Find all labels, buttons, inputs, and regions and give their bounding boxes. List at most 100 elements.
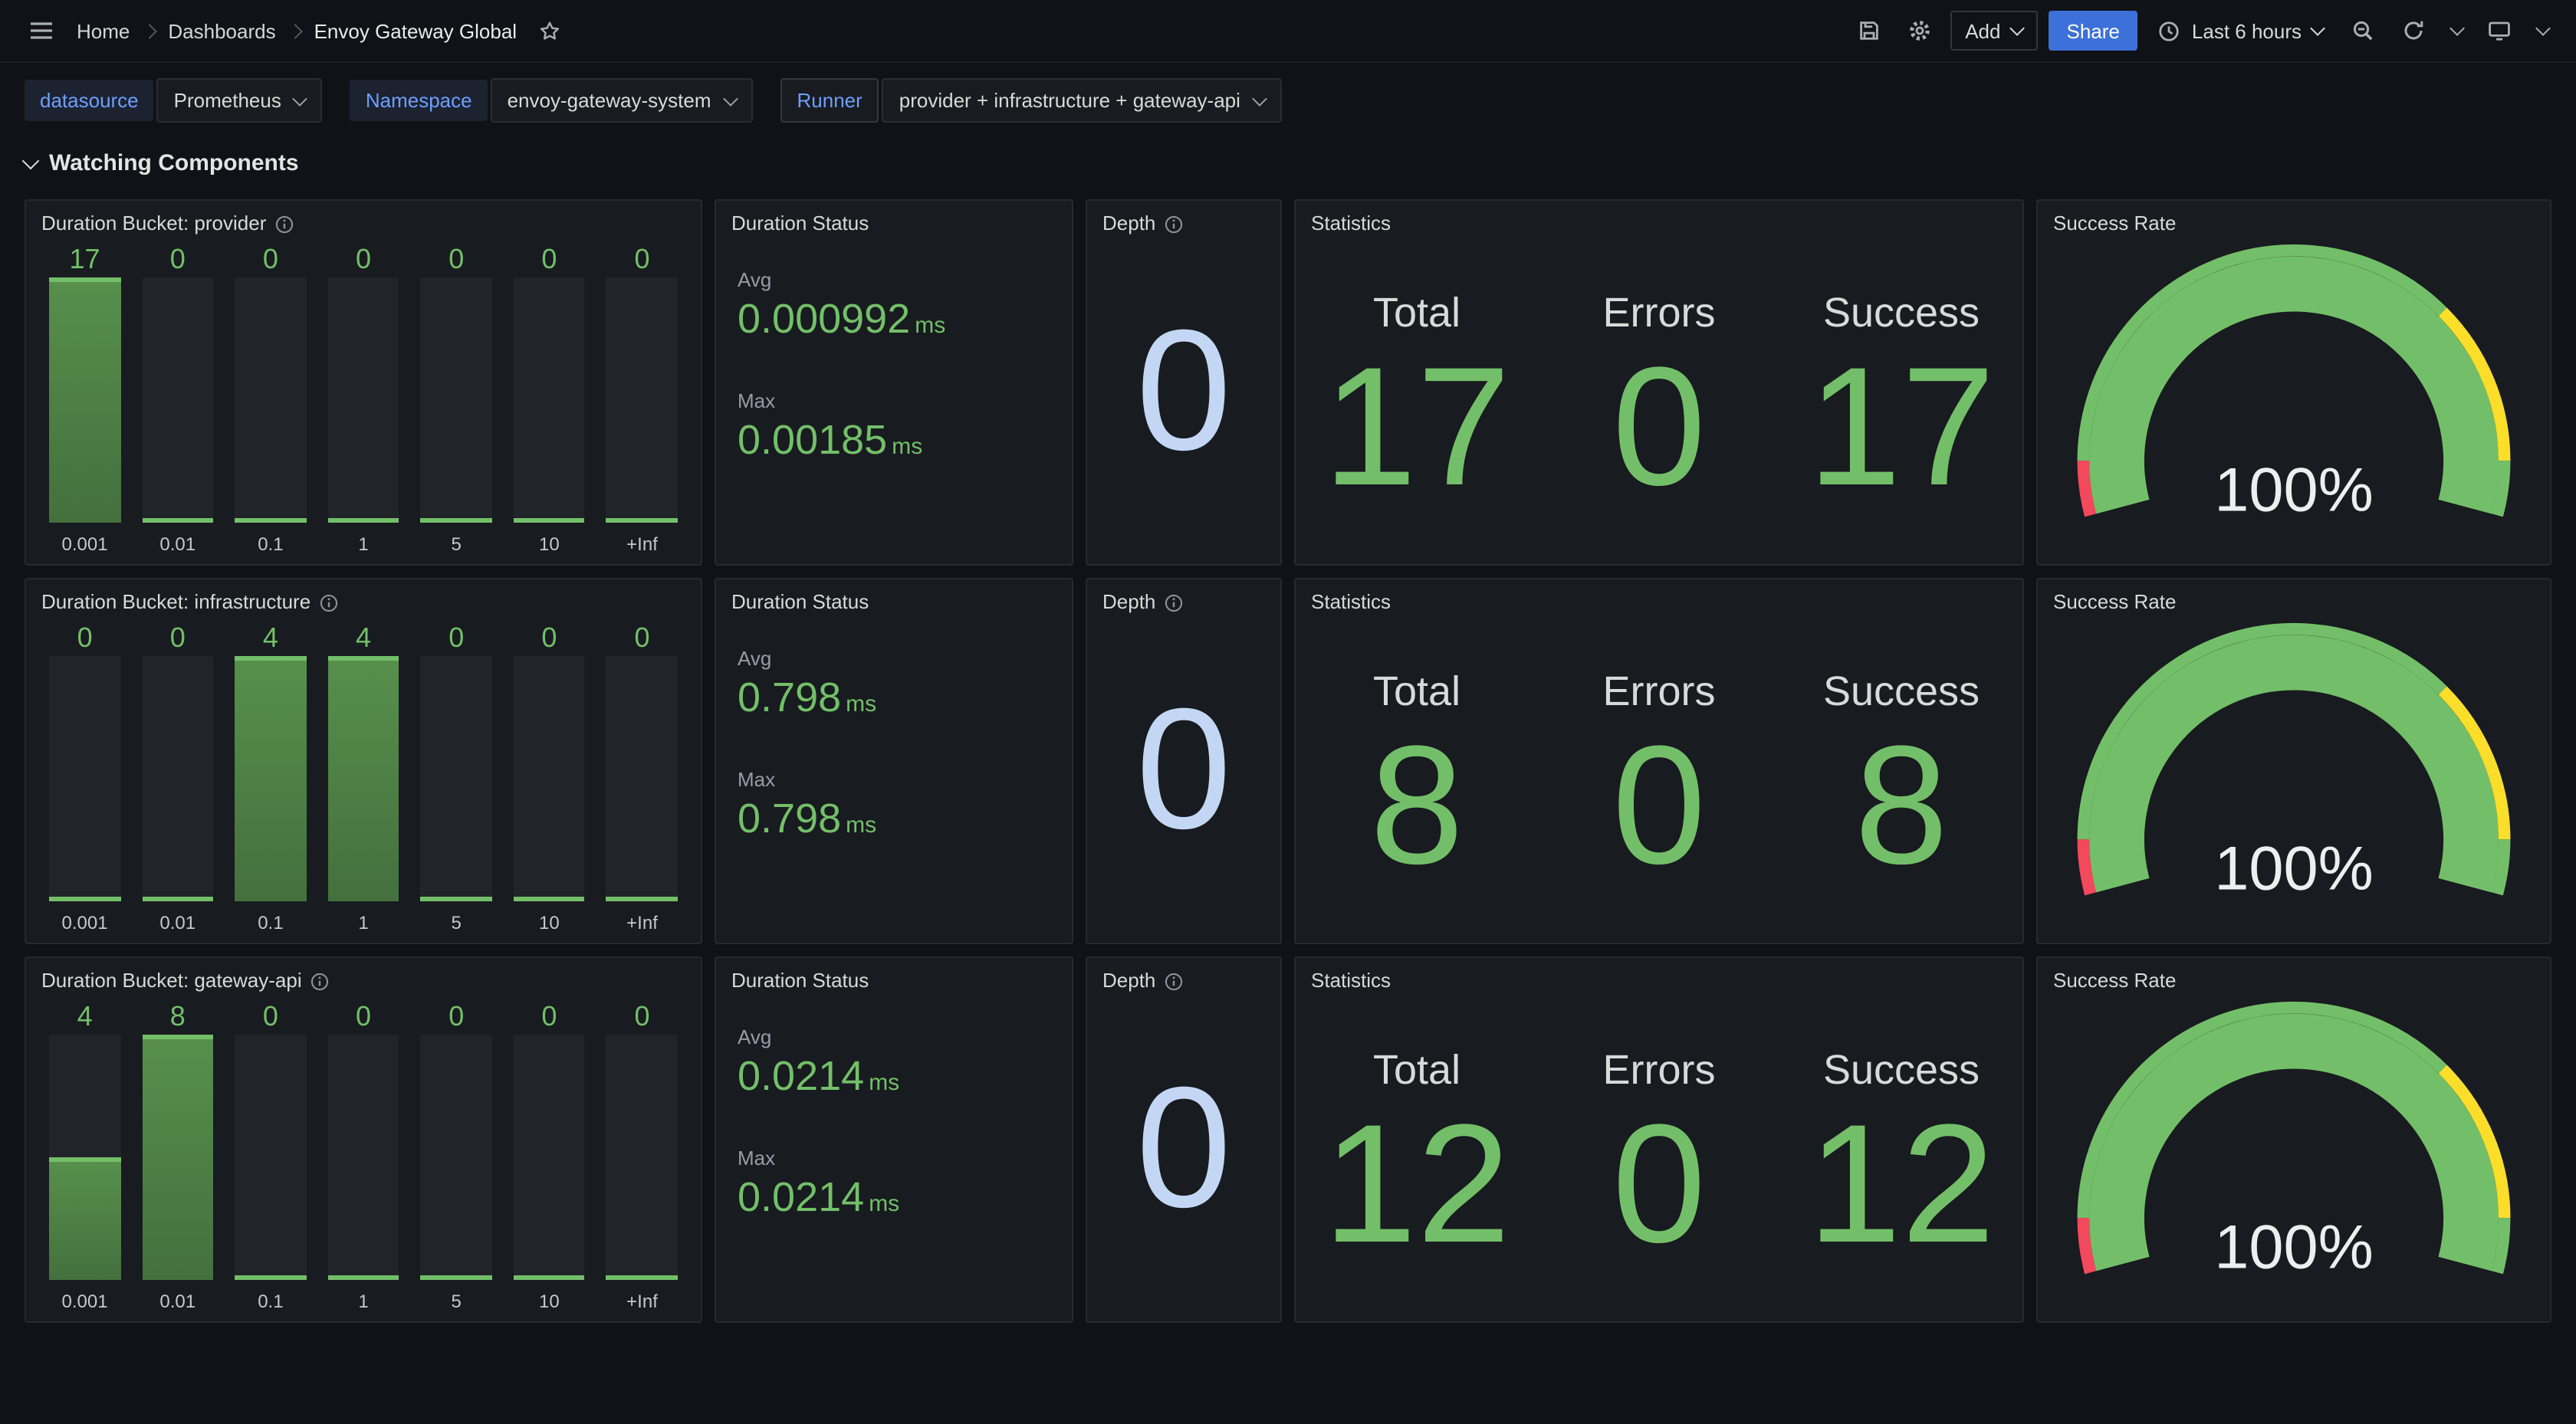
bucket-axis-label: 1 — [358, 1280, 368, 1312]
stat-errors: Errors 0 — [1538, 238, 1780, 564]
avg-label: Avg — [738, 647, 1050, 670]
panel-header: Success Rate — [2038, 201, 2550, 238]
breadcrumb-home[interactable]: Home — [77, 19, 130, 42]
bucket-value-label: 0 — [635, 998, 650, 1035]
var-label-runner[interactable]: Runner — [780, 78, 879, 123]
refresh-button[interactable] — [2394, 11, 2433, 51]
panel-title[interactable]: Statistics — [1311, 212, 1391, 235]
gear-icon — [1907, 18, 1931, 43]
info-icon[interactable] — [318, 592, 338, 612]
panel-depth: Depth 0 — [1086, 578, 1282, 944]
panel-title[interactable]: Duration Bucket: provider — [41, 212, 266, 235]
dashboard-settings-button[interactable] — [1899, 11, 1939, 51]
bucket-axis-label: 5 — [452, 901, 462, 933]
info-icon[interactable] — [1163, 971, 1183, 991]
bucket-axis-label: 10 — [539, 1280, 560, 1312]
max-value: 0.798ms — [738, 796, 1050, 843]
bucket-axis-label: 0.01 — [159, 523, 196, 555]
bucket-bar-fill — [49, 277, 120, 523]
stat-value: 0 — [1612, 356, 1706, 500]
panel-title[interactable]: Statistics — [1311, 590, 1391, 613]
refresh-interval-dropdown[interactable] — [2444, 11, 2469, 51]
row-header-watching-components[interactable]: Watching Components — [25, 144, 2551, 181]
duration-bucket-chart: 00.00100.0140.141050100+Inf — [26, 616, 701, 943]
statistics-values: Total 17 Errors 0 Success 17 — [1296, 238, 2022, 564]
save-dashboard-button[interactable] — [1848, 11, 1888, 51]
zoom-out-button[interactable] — [2343, 11, 2383, 51]
avg-label: Avg — [738, 1025, 1050, 1048]
bucket-bar-column: 010 — [503, 998, 596, 1312]
bucket-bar-track — [235, 1035, 306, 1280]
bucket-bar-fill — [49, 1157, 120, 1280]
bucket-axis-label: 1 — [358, 523, 368, 555]
bucket-bar-fill — [327, 656, 399, 901]
panel-title[interactable]: Depth — [1102, 969, 1155, 992]
bucket-bar-column: 01 — [317, 241, 409, 555]
bucket-axis-label: 10 — [539, 523, 560, 555]
bucket-bar-track — [142, 1035, 213, 1280]
chevron-right-icon — [141, 23, 156, 38]
bucket-axis-label: 0.01 — [159, 1280, 196, 1312]
share-button[interactable]: Share — [2049, 11, 2138, 51]
success-rate-gauge: 100% — [2038, 238, 2550, 564]
panel-title[interactable]: Duration Status — [731, 212, 869, 235]
panel-title[interactable]: Success Rate — [2053, 590, 2176, 613]
chevron-right-icon — [288, 23, 303, 38]
star-favorite-button[interactable] — [532, 14, 566, 48]
var-value-runner[interactable]: provider + infrastructure + gateway-api — [882, 78, 1282, 123]
bucket-bar-column: 0+Inf — [596, 998, 688, 1312]
panel-title[interactable]: Duration Status — [731, 590, 869, 613]
menu-hamburger-icon[interactable] — [21, 11, 61, 51]
panel-title[interactable]: Depth — [1102, 590, 1155, 613]
var-value-datasource[interactable]: Prometheus — [157, 78, 323, 123]
panel-header: Statistics — [1296, 201, 2022, 238]
panel-title[interactable]: Statistics — [1311, 969, 1391, 992]
info-icon[interactable] — [274, 214, 294, 234]
var-label-datasource[interactable]: datasource — [25, 80, 154, 121]
tv-kiosk-button[interactable] — [2479, 11, 2519, 51]
max-label: Max — [738, 768, 1050, 791]
duration-status-values: Avg 0.798ms Max 0.798ms — [716, 616, 1072, 889]
time-range-picker[interactable]: Last 6 hours — [2149, 11, 2332, 51]
stat-total: Total 8 — [1296, 616, 1538, 943]
breadcrumb-dashboards[interactable]: Dashboards — [168, 19, 275, 42]
max-value: 0.0214ms — [738, 1174, 1050, 1222]
bucket-bar-track — [606, 1035, 678, 1280]
add-button[interactable]: Add — [1950, 11, 2037, 51]
max-label: Max — [738, 389, 1050, 412]
bucket-value-label: 0 — [449, 998, 464, 1035]
bucket-axis-label: 0.01 — [159, 901, 196, 933]
bucket-bar-column: 40.001 — [38, 998, 131, 1312]
panel-title[interactable]: Depth — [1102, 212, 1155, 235]
var-value-namespace[interactable]: envoy-gateway-system — [491, 78, 753, 123]
panel-title[interactable]: Duration Status — [731, 969, 869, 992]
bucket-bar-track — [514, 277, 585, 523]
panel-title[interactable]: Success Rate — [2053, 969, 2176, 992]
bucket-value-label: 0 — [170, 619, 186, 656]
panel-title[interactable]: Duration Bucket: gateway-api — [41, 969, 302, 992]
bucket-axis-label: 0.1 — [258, 1280, 283, 1312]
bucket-bar-fill — [327, 518, 399, 523]
info-icon[interactable] — [1163, 592, 1183, 612]
var-group-datasource: datasource Prometheus — [25, 78, 323, 123]
bucket-bar-track — [421, 656, 492, 901]
collapse-nav-button[interactable] — [2530, 11, 2555, 51]
var-label-namespace[interactable]: Namespace — [350, 80, 488, 121]
stat-total: Total 12 — [1296, 995, 1538, 1321]
info-icon[interactable] — [1163, 214, 1183, 234]
bucket-bar-column: 05 — [410, 241, 503, 555]
bucket-bar-track — [49, 277, 120, 523]
bucket-bar-column: 010 — [503, 619, 596, 933]
bucket-bar-track — [606, 277, 678, 523]
panel-duration-status: Duration Status Avg 0.0214ms Max 0.0214m… — [715, 956, 1073, 1323]
panel-depth: Depth 0 — [1086, 199, 1282, 566]
stat-total: Total 17 — [1296, 238, 1538, 564]
info-icon[interactable] — [310, 971, 330, 991]
stat-value: 12 — [1323, 1114, 1511, 1257]
panel-title[interactable]: Success Rate — [2053, 212, 2176, 235]
bucket-bar-fill — [421, 1275, 492, 1280]
panel-success-rate: Success Rate 100% — [2036, 956, 2551, 1323]
bucket-bar-track — [142, 656, 213, 901]
panel-title[interactable]: Duration Bucket: infrastructure — [41, 590, 310, 613]
stat-value: 8 — [1370, 735, 1464, 878]
